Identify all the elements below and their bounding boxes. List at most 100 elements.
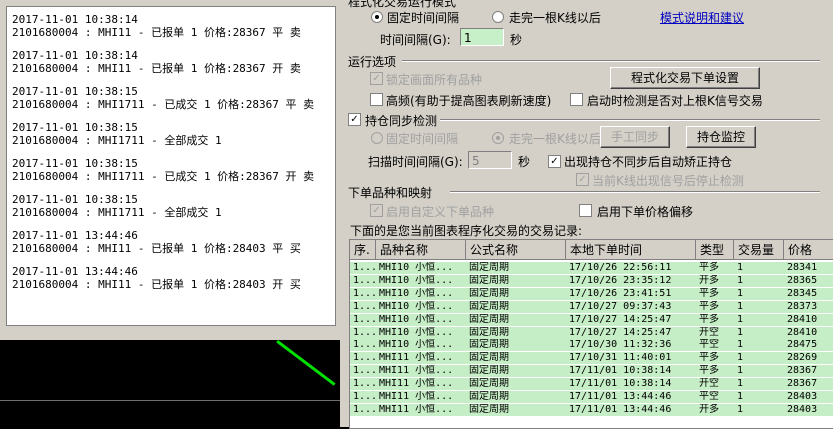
table-cell: 1... (353, 403, 376, 415)
column-header[interactable]: 类型 (696, 240, 734, 260)
table-cell: 28403 (787, 403, 818, 415)
table-cell: 1... (353, 313, 376, 325)
table-cell: 1... (353, 365, 376, 377)
table-cell: 1... (353, 287, 376, 299)
radio-after-bar[interactable] (492, 11, 504, 23)
log-time: 2017-11-01 10:38:15 (12, 121, 138, 134)
table-cell: 17/10/27 14:25:47 (569, 326, 672, 338)
table-row[interactable]: 1... MHI11 小恒... 固定周期 17/11/01 10:38:14 平多 1 2… (350, 365, 833, 378)
lock-all-symbols-checkbox[interactable]: ✓ (370, 72, 383, 85)
table-cell: 28373 (787, 300, 818, 312)
interval-input[interactable]: 1 (460, 28, 504, 46)
table-row[interactable]: 1... MHI11 小恒... 固定周期 17/11/01 13:44:46 平空 1 2… (350, 391, 833, 403)
table-row[interactable]: 1... MHI10 小恒... 固定周期 17/10/27 14:25:47 开空 1 2… (350, 326, 833, 339)
table-row[interactable]: 1... MHI10 小恒... 固定周期 17/10/27 09:37:43 平多 1 2… (350, 300, 833, 313)
column-header[interactable]: 公式名称 (466, 240, 566, 260)
table-cell: 平空 (699, 391, 719, 402)
table-cell: MHI11 小恒... (379, 352, 454, 364)
price-line (276, 340, 336, 386)
table-cell: 固定周期 (469, 274, 509, 286)
log-entry: 2017-11-01 10:38:15 2101680004 : MHI1711 … (12, 85, 335, 111)
scan-interval-input[interactable]: 5 (468, 151, 512, 169)
trade-records-table[interactable]: 序. 品种名称 公式名称 本地下单时间 类型 交易量 价格 1... MHI10 小恒... 固… (349, 239, 833, 429)
manual-sync-button[interactable]: 手工同步 (600, 126, 670, 148)
table-cell: 1... (353, 326, 376, 338)
log-entry: 2017-11-01 10:38:15 2101680004 : MHI1711 … (12, 157, 335, 183)
sync-fixed-interval-radio[interactable] (371, 132, 383, 144)
log-window: 2017-11-01 10:38:14 2101680004 : MHI11 - … (0, 0, 341, 340)
table-cell: 28475 (787, 339, 818, 351)
radio-fixed-interval-label: 固定时间间隔 (387, 11, 460, 25)
position-monitor-button[interactable]: 持仓监控 (686, 126, 756, 148)
divider (440, 119, 820, 121)
table-cell: 1... (353, 378, 376, 390)
table-cell: MHI10 小恒... (379, 326, 454, 338)
table-row[interactable]: 1... MHI10 小恒... 固定周期 17/10/26 23:41:51 平多 1 2… (350, 287, 833, 300)
table-cell: MHI11 小恒... (379, 378, 454, 390)
table-cell: MHI11 小恒... (379, 365, 454, 377)
position-sync-checkbox[interactable]: ✓ (348, 113, 361, 126)
radio-fixed-interval[interactable] (371, 11, 383, 23)
log-entry: 2017-11-01 10:38:14 2101680004 : MHI11 - … (12, 13, 335, 39)
table-cell: 平空 (699, 339, 719, 351)
column-header[interactable]: 价格 (784, 240, 833, 260)
table-cell: 平多 (699, 365, 719, 377)
interval-label: 时间间隔(G): (380, 33, 451, 47)
table-cell: 17/10/26 23:35:12 (569, 274, 672, 286)
high-freq-checkbox[interactable] (370, 93, 383, 106)
table-cell: MHI10 小恒... (379, 262, 454, 273)
log-message: 2101680004 : MHI1711 - 全部成交 1 (12, 134, 222, 147)
order-settings-button[interactable]: 程式化交易下单设置 (610, 67, 760, 89)
table-cell: 1 (737, 274, 744, 286)
table-cell: 1... (353, 339, 376, 351)
table-cell: 28403 (787, 391, 818, 402)
auto-correct-checkbox[interactable]: ✓ (548, 155, 561, 168)
table-cell: 28410 (787, 313, 818, 325)
table-cell: 17/11/01 10:38:14 (569, 365, 672, 377)
table-cell: 17/10/26 22:56:11 (569, 262, 672, 273)
table-cell: 17/10/27 09:37:43 (569, 300, 672, 312)
interval-unit: 秒 (510, 33, 523, 47)
stop-check-label: 当前K线出现信号后停止检测 (592, 174, 744, 188)
table-row[interactable]: 1... MHI10 小恒... 固定周期 17/10/26 23:35:12 开多 1 2… (350, 274, 833, 287)
price-offset-checkbox[interactable] (579, 204, 592, 217)
auto-correct-label: 出现持仓不同步后自动矫正持仓 (564, 155, 733, 169)
sync-after-bar-radio[interactable] (492, 132, 504, 144)
table-row[interactable]: 1... MHI10 小恒... 固定周期 17/10/27 14:25:47 平多 1 2… (350, 313, 833, 326)
log-time: 2017-11-01 13:44:46 (12, 229, 138, 242)
startup-check-checkbox[interactable] (570, 93, 583, 106)
stop-check-checkbox[interactable]: ✓ (576, 173, 589, 186)
log-list[interactable]: 2017-11-01 10:38:14 2101680004 : MHI11 - … (6, 6, 336, 326)
table-cell: 17/10/26 23:41:51 (569, 287, 672, 299)
table-cell: 1 (737, 352, 744, 364)
table-row[interactable]: 1... MHI11 小恒... 固定周期 17/11/01 10:38:14 开空 1 2… (350, 378, 833, 391)
table-cell: 平多 (699, 287, 719, 299)
table-row[interactable]: 1... MHI11 小恒... 固定周期 17/10/31 11:40:01 平多 1 2… (350, 352, 833, 365)
log-message: 2101680004 : MHI1711 - 已成交 1 价格:28367 开 … (12, 170, 315, 183)
column-header[interactable]: 品种名称 (376, 240, 466, 260)
mode-help-link[interactable]: 模式说明和建议 (660, 9, 744, 26)
table-cell: 1 (737, 339, 744, 351)
table-cell: 平多 (699, 262, 719, 273)
table-cell: 28410 (787, 326, 818, 338)
table-cell: 1 (737, 300, 744, 312)
column-header[interactable]: 本地下单时间 (566, 240, 696, 260)
log-entry: 2017-11-01 10:38:15 2101680004 : MHI1711 … (12, 193, 335, 219)
table-cell: 1... (353, 352, 376, 364)
table-row[interactable]: 1... MHI10 小恒... 固定周期 17/10/30 11:32:36 平空 1 2… (350, 339, 833, 352)
column-header[interactable]: 交易量 (734, 240, 784, 260)
scan-interval-unit: 秒 (518, 155, 531, 169)
custom-symbol-checkbox[interactable]: ✓ (370, 204, 383, 217)
table-cell: MHI10 小恒... (379, 274, 454, 286)
radio-after-bar-label: 走完一根K线以后 (509, 11, 601, 25)
table-cell: 1... (353, 300, 376, 312)
table-cell: 17/11/01 13:44:46 (569, 403, 672, 415)
table-header: 序. 品种名称 公式名称 本地下单时间 类型 交易量 价格 (350, 240, 833, 260)
table-row[interactable]: 1... MHI10 小恒... 固定周期 17/10/26 22:56:11 平多 1 2… (350, 262, 833, 274)
table-cell: MHI11 小恒... (379, 391, 454, 402)
column-header[interactable]: 序. (350, 240, 376, 260)
table-row[interactable]: 1... MHI11 小恒... 固定周期 17/11/01 13:44:46 开多 1 2… (350, 403, 833, 416)
table-cell: 17/10/30 11:32:36 (569, 339, 672, 351)
table-cell: 固定周期 (469, 365, 509, 377)
table-cell: 28341 (787, 262, 818, 273)
